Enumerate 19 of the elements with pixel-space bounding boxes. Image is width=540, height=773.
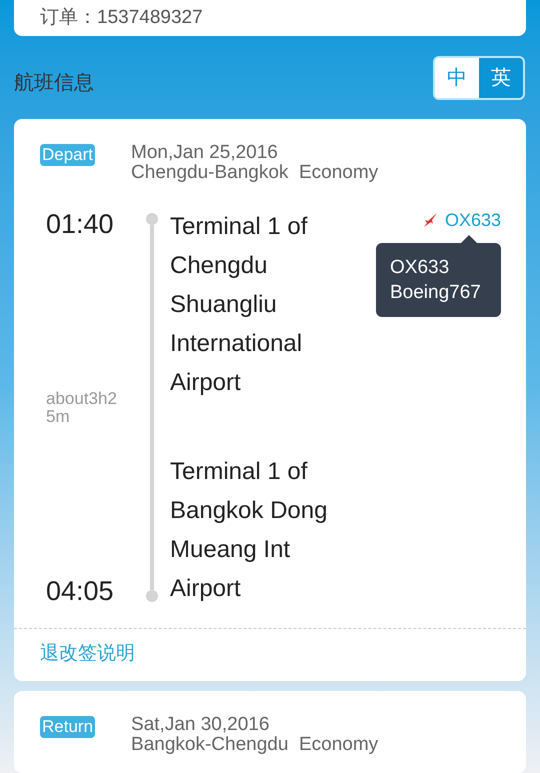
departure-time: 01:40 xyxy=(46,208,115,241)
segment-tag: Depart xyxy=(40,144,96,166)
section-title: 航班信息 xyxy=(14,71,94,96)
order-number: 订单：1537489327 xyxy=(40,6,203,30)
departure-airport: Terminal 1 of Chengdu Shuangliu International Airport xyxy=(170,212,308,398)
tooltip-text: OX633 xyxy=(390,256,450,280)
language-tab[interactable]: 英 xyxy=(479,58,523,98)
route-class: Bangkok-Chengdu Economy xyxy=(131,735,378,755)
segment-tag: Return xyxy=(40,716,96,738)
flight-date: Sat,Jan 30,2016 xyxy=(131,715,270,735)
flight-duration: about3h25m xyxy=(46,390,118,426)
flight-date: Mon,Jan 25,2016 xyxy=(131,143,279,163)
arrival-time: 04:05 xyxy=(46,575,115,608)
flight-number-link[interactable]: OX633 xyxy=(444,209,501,231)
route-class: Chengdu-Bangkok Economy xyxy=(131,163,378,183)
tooltip-text: Boeing767 xyxy=(390,281,482,305)
change-rules-link[interactable]: 退改签说明 xyxy=(40,643,135,664)
arrival-airport: Terminal 1 of Bangkok Dong Mueang Int Airport xyxy=(170,457,328,604)
bird-icon xyxy=(422,212,439,228)
